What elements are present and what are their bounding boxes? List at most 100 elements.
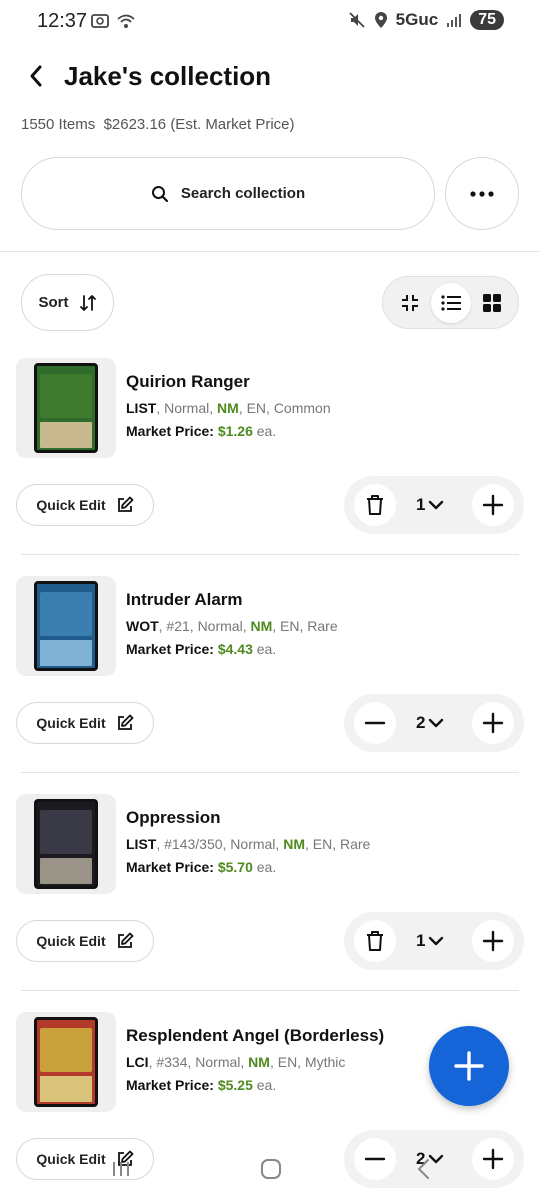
list-item: Quirion Ranger LIST, Normal, NM, EN, Com… [0, 358, 540, 576]
page-title: Jake's collection [64, 60, 272, 91]
minus-icon [364, 721, 386, 725]
collapse-icon [401, 294, 418, 311]
search-label: Search collection [180, 185, 306, 202]
location-icon [374, 12, 387, 28]
chevron-left-icon [30, 65, 42, 87]
increment-button[interactable] [472, 484, 514, 526]
collection-summary: 1550 Items $2623.16 (Est. Market Price) [21, 116, 295, 133]
increment-button[interactable] [472, 702, 514, 744]
page-header: Jake's collection [24, 58, 271, 94]
search-collection-button[interactable]: Search collection [21, 157, 435, 230]
back-nav-button[interactable] [410, 1156, 436, 1182]
card-thumbnail[interactable] [16, 794, 116, 894]
edit-icon [117, 496, 134, 512]
search-icon [151, 185, 168, 202]
recents-icon [113, 1162, 129, 1176]
sort-button[interactable]: Sort [21, 274, 114, 331]
decrement-button[interactable] [354, 702, 396, 744]
card-thumbnail[interactable] [16, 576, 116, 676]
status-bar: 12:37 5Guc 75 [0, 0, 540, 44]
quantity-select[interactable]: 1 [416, 928, 452, 954]
status-right-icons: 5Guc 75 [348, 10, 504, 30]
item-divider [21, 772, 519, 773]
plus-icon [482, 930, 504, 952]
more-options-button[interactable] [445, 157, 519, 230]
quantity-stepper: 2 [344, 694, 524, 752]
card-name: Intruder Alarm [126, 590, 243, 609]
collection-value-note: (Est. Market Price) [170, 116, 295, 133]
plus-icon [482, 712, 504, 734]
chevron-down-icon [429, 718, 444, 728]
trash-icon [367, 931, 383, 951]
plus-icon [482, 1148, 504, 1170]
quantity-stepper: 1 [344, 476, 524, 534]
list-view-button[interactable] [430, 282, 471, 323]
grid-view-button[interactable] [472, 283, 512, 323]
quick-edit-button[interactable]: Quick Edit [16, 484, 154, 526]
signal-icon [447, 14, 462, 27]
list-item: Intruder Alarm WOT, #21, Normal, NM, EN,… [0, 576, 540, 794]
edit-icon [117, 714, 134, 730]
collection-value: $2623.16 [103, 116, 167, 133]
screenshot-icon [91, 14, 109, 28]
market-price: Market Price: $1.26 ea. [126, 423, 277, 439]
list-icon [440, 294, 461, 311]
chevron-down-icon [429, 936, 444, 946]
edit-icon [117, 932, 134, 948]
status-left-icons [90, 12, 136, 30]
item-divider [21, 990, 519, 991]
item-count: 1550 Items [21, 116, 96, 133]
chevron-left-icon [418, 1159, 429, 1179]
card-details: LIST, #143/350, Normal, NM, EN, Rare [126, 836, 371, 852]
minus-icon [364, 1157, 386, 1161]
card-thumbnail[interactable] [16, 1012, 116, 1112]
network-label: 5Guc [395, 10, 439, 29]
market-price: Market Price: $5.70 ea. [126, 859, 277, 875]
remove-button[interactable] [354, 920, 396, 962]
quantity-select[interactable]: 2 [416, 710, 452, 736]
decrement-button[interactable] [354, 1138, 396, 1180]
card-thumbnail[interactable] [16, 358, 116, 458]
card-details: LCI, #334, Normal, NM, EN, Mythic [126, 1054, 346, 1070]
add-card-button[interactable] [429, 1026, 509, 1106]
home-icon [261, 1159, 281, 1179]
plus-icon [454, 1051, 484, 1081]
sort-icon [79, 294, 96, 311]
remove-button[interactable] [354, 484, 396, 526]
item-divider [21, 554, 519, 555]
quick-edit-button[interactable]: Quick Edit [16, 920, 154, 962]
more-horizontal-icon [470, 190, 494, 197]
card-name: Resplendent Angel (Borderless) [126, 1026, 385, 1045]
market-price: Market Price: $4.43 ea. [126, 641, 277, 657]
back-button[interactable] [24, 58, 48, 94]
card-image [34, 1017, 98, 1107]
sort-label: Sort [38, 294, 69, 311]
market-price: Market Price: $5.25 ea. [126, 1077, 277, 1093]
compact-view-button[interactable] [390, 283, 430, 323]
grid-icon [482, 293, 501, 312]
card-image [34, 363, 98, 453]
card-name: Oppression [126, 808, 221, 827]
list-item: Oppression LIST, #143/350, Normal, NM, E… [0, 794, 540, 1012]
card-name: Quirion Ranger [126, 372, 250, 391]
wifi-icon [117, 14, 135, 28]
status-time: 12:37 [37, 10, 88, 32]
plus-icon [482, 494, 504, 516]
header-divider [0, 251, 540, 252]
card-details: WOT, #21, Normal, NM, EN, Rare [126, 618, 338, 634]
quick-edit-button[interactable]: Quick Edit [16, 702, 154, 744]
home-button[interactable] [258, 1156, 284, 1182]
chevron-down-icon [429, 500, 444, 510]
card-image [34, 799, 98, 889]
card-details: LIST, Normal, NM, EN, Common [126, 400, 331, 416]
increment-button[interactable] [472, 1138, 514, 1180]
recent-apps-button[interactable] [108, 1156, 134, 1182]
increment-button[interactable] [472, 920, 514, 962]
quantity-select[interactable]: 1 [416, 492, 452, 518]
card-image [34, 581, 98, 671]
view-mode-toggle [382, 276, 519, 329]
battery-indicator: 75 [470, 10, 504, 30]
quantity-stepper: 1 [344, 912, 524, 970]
mute-icon [349, 12, 365, 28]
trash-icon [367, 495, 383, 515]
